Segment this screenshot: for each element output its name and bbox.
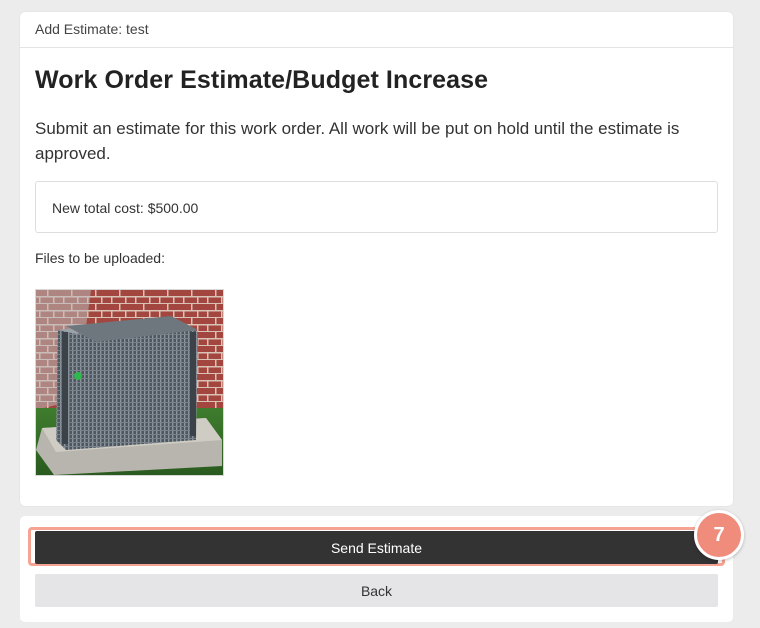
card-header-title: Add Estimate: test [35, 21, 149, 37]
air-conditioner-image [36, 290, 223, 475]
uploaded-file-thumbnail[interactable] [35, 289, 224, 476]
total-cost-box: New total cost: $500.00 [35, 181, 718, 233]
description-text: Submit an estimate for this work order. … [35, 119, 680, 163]
actions-panel: Send Estimate Back [20, 516, 733, 622]
page-title: Work Order Estimate/Budget Increase [35, 66, 489, 94]
back-button[interactable]: Back [35, 574, 718, 607]
card-header: Add Estimate: test [20, 12, 733, 48]
files-label: Files to be uploaded: [35, 250, 165, 266]
step-number-badge: 7 [694, 510, 744, 560]
total-cost-text: New total cost: $500.00 [52, 200, 199, 216]
send-estimate-button[interactable]: Send Estimate [35, 531, 718, 564]
estimate-card: Add Estimate: test Work Order Estimate/B… [20, 12, 733, 506]
